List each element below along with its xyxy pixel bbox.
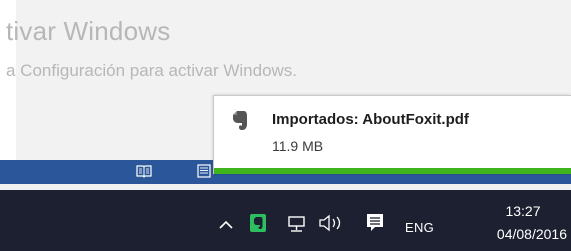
- taskbar: ENG 13:27 04/08/2016: [0, 190, 571, 251]
- notification-title: Importados: AboutFoxit.pdf: [272, 111, 469, 128]
- clock-date[interactable]: 04/08/2016: [467, 226, 567, 242]
- evernote-icon: [228, 108, 252, 132]
- clock-time[interactable]: 13:27: [488, 203, 558, 219]
- input-language-indicator[interactable]: ENG: [405, 220, 434, 235]
- chevron-up-icon[interactable]: [216, 217, 236, 231]
- evernote-icon[interactable]: [250, 214, 266, 232]
- print-layout-icon[interactable]: [196, 164, 212, 178]
- notification-file-size: 11.9 MB: [272, 138, 324, 154]
- notification-progress-bar: [214, 168, 571, 174]
- action-center-icon[interactable]: [366, 213, 384, 233]
- activation-watermark-subtitle: a Configuración para activar Windows.: [6, 61, 298, 80]
- network-icon[interactable]: [287, 215, 309, 233]
- activation-watermark-title: tivar Windows: [6, 16, 171, 46]
- volume-icon[interactable]: [316, 214, 350, 232]
- read-mode-icon[interactable]: [136, 164, 152, 178]
- notification-toast[interactable]: Importados: AboutFoxit.pdf 11.9 MB: [213, 95, 571, 174]
